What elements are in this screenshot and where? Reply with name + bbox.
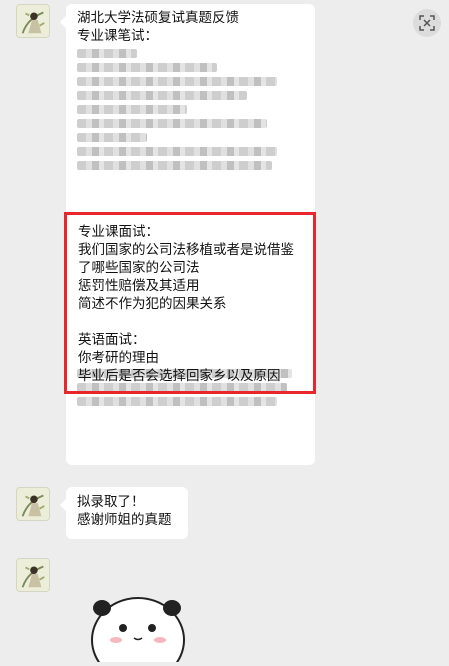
message-text: 拟录取了！	[77, 494, 145, 510]
avatar[interactable]	[16, 558, 50, 592]
avatar-image	[17, 5, 49, 37]
avatar-image	[17, 559, 49, 591]
message-bubble[interactable]: 拟录取了！ 感谢师姐的真题	[60, 487, 188, 539]
highlighted-text: 专业课面试： 我们国家的公司法移植或者是说借鉴 了哪些国家的公司法 惩罚性赔偿及…	[78, 223, 294, 385]
question-text: 毕业后是否会选择回家乡以及原因	[78, 368, 281, 384]
panda-sticker	[91, 597, 185, 666]
message-text: 感谢师姐的真题	[77, 512, 172, 528]
blurred-content	[77, 49, 304, 170]
section-label: 专业课笔试：	[77, 28, 158, 44]
sticker[interactable]	[88, 580, 188, 666]
avatar[interactable]	[16, 4, 50, 38]
close-icon	[419, 15, 435, 31]
section-label: 英语面试：	[78, 332, 146, 348]
close-button[interactable]	[413, 9, 441, 37]
question-text: 惩罚性赔偿及其适用	[78, 278, 200, 294]
avatar-image	[17, 488, 49, 520]
question-text: 你考研的理由	[78, 350, 159, 366]
avatar[interactable]	[16, 487, 50, 521]
question-text: 了哪些国家的公司法	[78, 260, 200, 276]
section-label: 专业课面试：	[78, 224, 159, 240]
message-title: 湖北大学法硕复试真题反馈	[77, 10, 239, 26]
question-text: 我们国家的公司法移植或者是说借鉴	[78, 242, 294, 258]
question-text: 简述不作为犯的因果关系	[78, 296, 227, 312]
